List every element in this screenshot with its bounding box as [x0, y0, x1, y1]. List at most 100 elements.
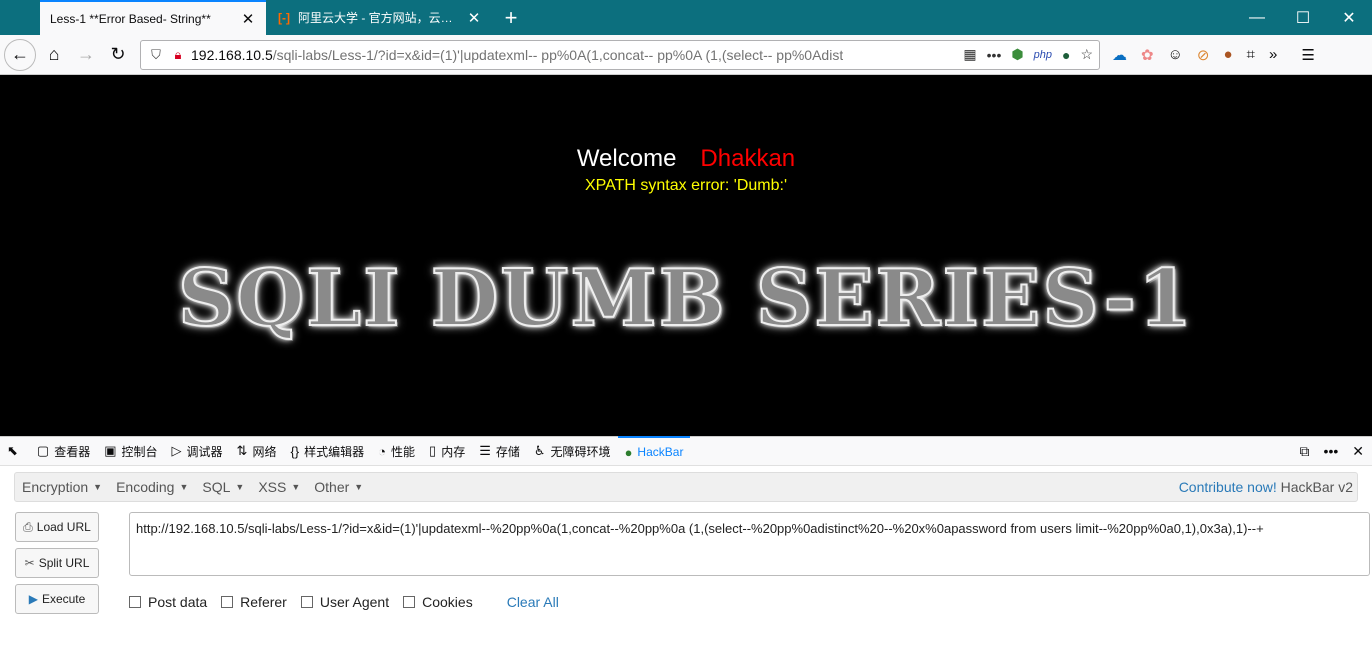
devtools-menu-icon[interactable]: ••• [1324, 443, 1339, 460]
cookies-option[interactable]: Cookies [403, 594, 473, 610]
caret-down-icon: ▼ [93, 482, 103, 492]
menu-encoding[interactable]: Encoding ▼ [109, 479, 195, 495]
hackbar-panel: Encryption ▼ Encoding ▼ SQL ▼ XSS ▼ Other ▼ C… [0, 466, 1372, 646]
load-url-button[interactable]: ⎙ Load URL [15, 512, 99, 542]
dock-icon[interactable]: ⧉ [1300, 443, 1310, 460]
url-host: 192.168.10.5 [191, 46, 273, 63]
tab-style-editor[interactable]: {} 样式编辑器 [283, 436, 371, 466]
menu-label: Encoding [116, 479, 175, 495]
user-agent-checkbox[interactable] [300, 596, 313, 608]
tab-performance[interactable]: ◔ 性能 [371, 436, 422, 466]
inspector-icon: ▢ [36, 443, 50, 458]
tab-network[interactable]: ⇅ 网络 [230, 436, 284, 466]
url-bar[interactable]: ⛉ 🔒︎ 192.168.10.5 /sqli-labs/Less-1/?id=… [140, 39, 1100, 70]
onedrive-icon[interactable]: ☁ [1112, 46, 1127, 64]
screenshot-icon[interactable]: ⌗ [1247, 46, 1255, 63]
tab-aliyun[interactable]: [-] 阿里云大学 - 官方网站，云生态 ✕ [266, 0, 492, 35]
menu-icon[interactable]: ☰ [1301, 46, 1314, 64]
style-editor-icon: {} [290, 443, 300, 459]
hackbar-icon: ● [624, 444, 633, 460]
cookies-checkbox[interactable] [403, 596, 416, 608]
button-label: Execute [41, 592, 86, 606]
url-path: /sqli-labs/Less-1/?id=x&id=(1)'|updatexm… [272, 46, 844, 63]
option-label: Cookies [422, 594, 473, 610]
option-label: User Agent [319, 594, 390, 610]
menu-xss[interactable]: XSS ▼ [251, 479, 307, 495]
menu-label: Other [314, 479, 350, 495]
contribute-area: Contribute now! HackBar v2 [1179, 479, 1357, 495]
overflow-chevron-icon[interactable]: » [1269, 46, 1277, 63]
block-extension-icon[interactable]: ⊘ [1197, 46, 1210, 64]
forward-button[interactable]: → [70, 39, 102, 71]
close-tab-icon[interactable]: ✕ [466, 9, 482, 27]
close-devtools-icon[interactable]: ✕ [1352, 443, 1364, 460]
execute-button[interactable]: ▶ Execute [15, 584, 99, 614]
network-icon: ⇅ [236, 443, 248, 458]
clear-all-link[interactable]: Clear All [507, 594, 559, 610]
new-tab-button[interactable]: + [492, 0, 530, 35]
referer-checkbox[interactable] [221, 596, 234, 608]
button-label: Load URL [36, 520, 91, 534]
page-actions-icon[interactable]: ••• [987, 47, 1002, 63]
tab-label: 内存 [441, 444, 466, 459]
menu-encryption[interactable]: Encryption ▼ [15, 479, 109, 495]
referer-option[interactable]: Referer [221, 594, 287, 610]
tab-storage[interactable]: ☰ 存储 [472, 436, 527, 466]
user-agent-option[interactable]: User Agent [300, 594, 390, 610]
tab-label: 查看器 [54, 444, 91, 459]
url-actions: ▦ ••• ⬢ php ● ☆ [955, 46, 1093, 63]
option-label: Referer [240, 594, 287, 610]
menu-other[interactable]: Other ▼ [307, 479, 370, 495]
scissors-icon: ✂ [24, 556, 35, 570]
nodejs-extension-icon[interactable]: ⬢ [1011, 46, 1023, 63]
tab-label: 网络 [252, 444, 277, 459]
bookmark-star-icon[interactable]: ☆ [1080, 46, 1093, 63]
caret-down-icon: ▼ [235, 482, 245, 492]
tab-label: 控制台 [121, 444, 158, 459]
pick-element-icon[interactable]: ⬉ [0, 436, 30, 466]
tab-hackbar[interactable]: ● HackBar [617, 436, 691, 466]
user-name: Dhakkan [700, 145, 796, 172]
tab-label: 无障碍环境 [550, 444, 611, 459]
post-data-option[interactable]: Post data [129, 594, 207, 610]
tab-debugger[interactable]: ▷ 调试器 [165, 436, 230, 466]
post-data-checkbox[interactable] [129, 596, 141, 608]
tab-accessibility[interactable]: ♿︎ 无障碍环境 [527, 436, 618, 466]
tab-label: 调试器 [186, 444, 223, 459]
tab-title: Less-1 **Error Based- String** [50, 11, 211, 26]
back-button[interactable]: ← [4, 38, 36, 71]
url-textarea[interactable]: http://192.168.10.5/sqli-labs/Less-1/?id… [129, 512, 1370, 576]
error-message: XPATH syntax error: 'Dumb:' [584, 177, 787, 194]
insecure-lock-icon[interactable]: 🔒︎ [169, 47, 187, 63]
qr-code-icon[interactable]: ▦ [963, 46, 976, 63]
user-extension-icon[interactable]: ☺ [1168, 46, 1183, 63]
close-window-button[interactable]: ✕ [1326, 0, 1372, 35]
welcome-line: Welcome Dhakkan [0, 145, 1372, 173]
console-icon: ▣ [104, 443, 117, 458]
reload-button[interactable]: ↻ [102, 39, 134, 71]
close-tab-icon[interactable]: ✕ [240, 10, 256, 28]
hackbar-version: HackBar v2 [1280, 479, 1353, 495]
globe-icon[interactable]: ● [1062, 47, 1070, 63]
maximize-button[interactable]: ☐ [1280, 0, 1326, 35]
cookie-extension-icon[interactable]: ● [1223, 46, 1232, 63]
caret-down-icon: ▼ [354, 482, 364, 492]
contribute-link[interactable]: Contribute now! [1179, 479, 1277, 495]
hackbar-menu: Encryption ▼ Encoding ▼ SQL ▼ XSS ▼ Other ▼ C… [14, 472, 1358, 502]
menu-sql[interactable]: SQL ▼ [195, 479, 251, 495]
tab-inspector[interactable]: ▢ 查看器 [30, 436, 97, 466]
minimize-button[interactable]: — [1234, 0, 1280, 35]
tab-console[interactable]: ▣ 控制台 [97, 436, 164, 466]
home-button[interactable]: ⌂ [38, 39, 70, 71]
toolbar-extensions: ☁ ✿ ☺ ⊘ ● ⌗ » ☰ [1112, 46, 1315, 64]
tab-less-1[interactable]: Less-1 **Error Based- String** ✕ [40, 0, 266, 35]
devtools-toolbar: ⬉ ▢ 查看器 ▣ 控制台 ▷ 调试器 ⇅ 网络 {} 样式编辑器 ◔ 性能 ▯ 内存 ☰ 存储… [0, 436, 1372, 466]
banner-title: SQLI DUMB SERIES-1 [177, 252, 1195, 345]
storage-icon: ☰ [479, 443, 491, 458]
split-url-button[interactable]: ✂ Split URL [15, 548, 99, 578]
tab-memory[interactable]: ▯ 内存 [422, 436, 472, 466]
extension-icon[interactable]: ✿ [1141, 46, 1154, 64]
button-label: Split URL [38, 556, 90, 570]
php-extension-icon[interactable]: php [1034, 49, 1052, 61]
shield-icon[interactable]: ⛉ [147, 47, 165, 63]
